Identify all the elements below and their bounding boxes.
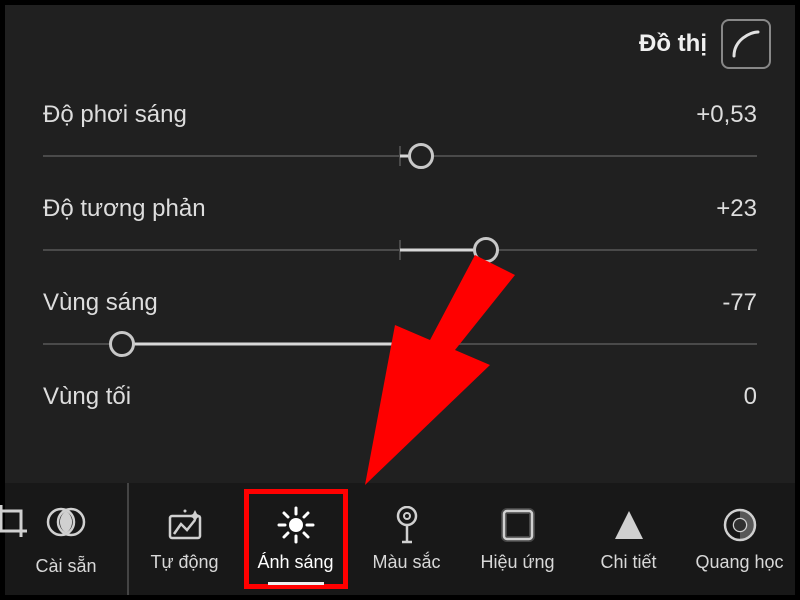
- exposure-label: Độ phơi sáng: [43, 101, 187, 129]
- tab-auto[interactable]: Tự động: [129, 483, 240, 595]
- tab-detail-label: Chi tiết: [600, 552, 656, 573]
- contrast-slider-block: Độ tương phản +23: [43, 195, 757, 263]
- panel-title: Đồ thị: [639, 30, 707, 58]
- curve-icon: [730, 28, 762, 60]
- tab-color-label: Màu sắc: [372, 552, 440, 573]
- tab-detail[interactable]: Chi tiết: [573, 483, 684, 595]
- exposure-slider[interactable]: [43, 143, 757, 169]
- exposure-value: +0,53: [696, 101, 757, 129]
- tab-light[interactable]: Ánh sáng: [240, 483, 351, 595]
- highlights-thumb[interactable]: [109, 331, 135, 357]
- bottom-toolbar: Cài sẵn Tự động: [5, 483, 795, 595]
- tab-optics[interactable]: Quang học: [684, 483, 795, 595]
- tone-curve-button[interactable]: [721, 19, 771, 69]
- tab-selected-underline: [268, 582, 324, 585]
- contrast-thumb[interactable]: [473, 237, 499, 263]
- highlights-value: -77: [722, 289, 757, 317]
- presets-label: Cài sẵn: [35, 556, 96, 577]
- shadows-slider-block: Vùng tối 0: [43, 383, 757, 411]
- exposure-slider-block: Độ phơi sáng +0,53: [43, 101, 757, 169]
- color-icon: [392, 506, 422, 544]
- highlights-slider[interactable]: [43, 331, 757, 357]
- exposure-thumb[interactable]: [408, 143, 434, 169]
- auto-icon: [165, 506, 205, 544]
- contrast-value: +23: [716, 195, 757, 223]
- tab-optics-label: Quang học: [695, 552, 783, 573]
- editor-panel: Đồ thị Độ phơi sáng +0,53 Độ tương phả: [0, 0, 800, 600]
- presets-tab[interactable]: Cài sẵn: [5, 483, 129, 595]
- highlights-slider-block: Vùng sáng -77: [43, 289, 757, 357]
- tab-effects[interactable]: Hiệu ứng: [462, 483, 573, 595]
- optics-icon: [721, 506, 759, 544]
- presets-icon: [45, 501, 87, 548]
- tab-color[interactable]: Màu sắc: [351, 483, 462, 595]
- tabs-container: Tự động: [129, 483, 795, 595]
- effects-icon: [500, 506, 536, 544]
- panel-header: Đồ thị: [5, 5, 795, 79]
- contrast-label: Độ tương phản: [43, 195, 206, 223]
- shadows-value: 0: [744, 383, 757, 411]
- detail-icon: [612, 506, 646, 544]
- sliders-container: Độ phơi sáng +0,53 Độ tương phản +23: [5, 79, 795, 411]
- contrast-slider[interactable]: [43, 237, 757, 263]
- light-icon: [277, 506, 315, 544]
- tab-light-label: Ánh sáng: [257, 552, 333, 573]
- shadows-label: Vùng tối: [43, 383, 131, 411]
- highlights-label: Vùng sáng: [43, 289, 158, 317]
- tab-effects-label: Hiệu ứng: [480, 552, 554, 573]
- tab-auto-label: Tự động: [150, 552, 218, 573]
